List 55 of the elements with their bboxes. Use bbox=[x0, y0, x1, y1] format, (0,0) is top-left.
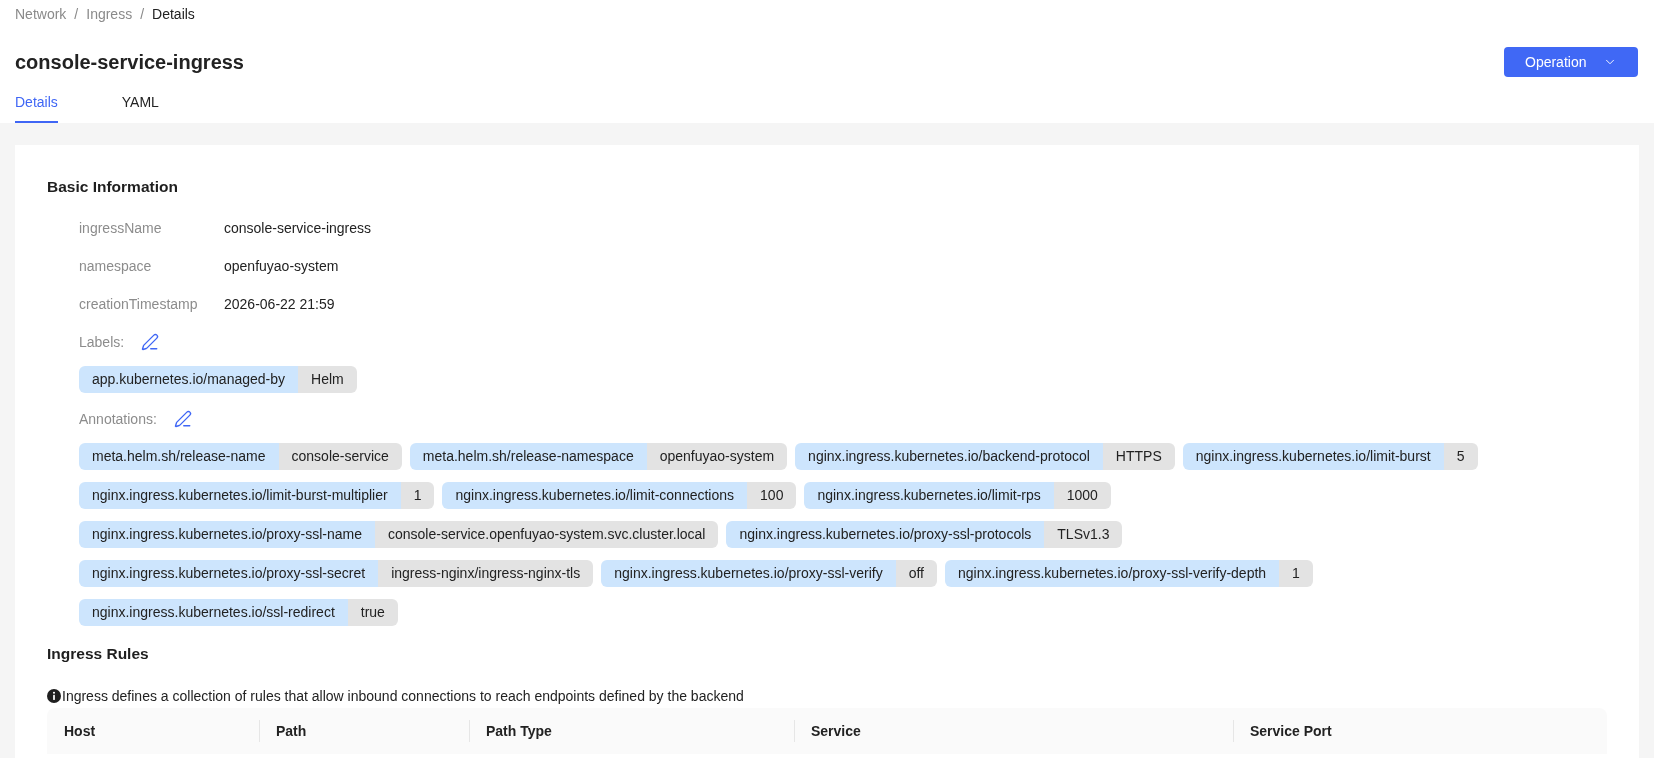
tag-value: HTTPS bbox=[1102, 443, 1175, 470]
field-value: 2026-06-22 21:59 bbox=[224, 295, 335, 314]
breadcrumb-link[interactable]: Ingress bbox=[86, 5, 133, 23]
info-text: Ingress defines a collection of rules that allow inbound connections to reach endpoints defined by the backend bbox=[62, 687, 744, 706]
tag-value: TLSv1.3 bbox=[1044, 521, 1123, 548]
tag-key: nginx.ingress.kubernetes.io/proxy-ssl-verify bbox=[601, 560, 896, 587]
field-value: openfuyao-system bbox=[224, 257, 339, 276]
tag-key: nginx.ingress.kubernetes.io/limit-connections bbox=[442, 482, 748, 509]
breadcrumb-link[interactable]: Network bbox=[15, 5, 67, 23]
column-header: Service bbox=[794, 708, 1233, 754]
tag-key: nginx.ingress.kubernetes.io/limit-burst-multiplier bbox=[79, 482, 401, 509]
tag-value: console-service.openfuyao-system.svc.cluster.local bbox=[375, 521, 719, 548]
tag-key: nginx.ingress.kubernetes.io/backend-protocol bbox=[795, 443, 1103, 470]
breadcrumb-separator: / bbox=[74, 5, 79, 23]
tab[interactable]: YAML bbox=[121, 84, 159, 123]
breadcrumb-current: Details bbox=[152, 5, 195, 23]
page-title: console-service-ingress bbox=[15, 50, 244, 75]
tag-value: 100 bbox=[747, 482, 797, 509]
field-label: namespace bbox=[79, 257, 152, 276]
tag-key: nginx.ingress.kubernetes.io/proxy-ssl-name bbox=[79, 521, 375, 548]
tag-value: openfuyao-system bbox=[646, 443, 788, 470]
tag-value: console-service bbox=[278, 443, 402, 470]
field-label: Labels: bbox=[79, 333, 125, 352]
tag-value: ingress-nginx/ingress-nginx-tls bbox=[378, 560, 594, 587]
tag-key: nginx.ingress.kubernetes.io/limit-burst bbox=[1182, 443, 1444, 470]
section-heading: Ingress Rules bbox=[47, 644, 150, 664]
column-header: Service Port bbox=[1233, 708, 1607, 754]
column-header: Host bbox=[63, 722, 97, 741]
field-value: console-service-ingress bbox=[224, 219, 372, 238]
tag-value: off bbox=[895, 560, 937, 587]
field-label: Annotations: bbox=[79, 410, 157, 429]
tag-value: true bbox=[347, 599, 398, 626]
tag-value: 1 bbox=[1279, 560, 1313, 587]
tag-key: meta.helm.sh/release-name bbox=[79, 443, 279, 470]
tag-key: nginx.ingress.kubernetes.io/proxy-ssl-verify-depth bbox=[944, 560, 1280, 587]
tag-key: meta.helm.sh/release-namespace bbox=[409, 443, 647, 470]
pencil-icon[interactable] bbox=[141, 333, 160, 351]
tag-key: app.kubernetes.io/managed-by bbox=[79, 366, 299, 393]
tag-value: Helm bbox=[298, 366, 357, 393]
tag-key: nginx.ingress.kubernetes.io/proxy-ssl-secret bbox=[79, 560, 379, 587]
field-label: creationTimestamp bbox=[79, 295, 198, 314]
tag-key: nginx.ingress.kubernetes.io/proxy-ssl-protocols bbox=[726, 521, 1045, 548]
section-heading: Basic Information bbox=[47, 177, 179, 197]
tag-key: nginx.ingress.kubernetes.io/limit-rps bbox=[804, 482, 1054, 509]
info-icon bbox=[47, 689, 61, 703]
operation-button[interactable]: Operation bbox=[1504, 47, 1638, 77]
pencil-icon[interactable] bbox=[173, 410, 192, 428]
field-label: ingressName bbox=[79, 219, 162, 238]
tag-value: 1 bbox=[400, 482, 435, 509]
column-header: Path Type bbox=[469, 708, 794, 754]
tag-key: nginx.ingress.kubernetes.io/ssl-redirect bbox=[79, 599, 348, 626]
breadcrumb-separator: / bbox=[140, 5, 145, 23]
tag-value: 5 bbox=[1443, 443, 1478, 470]
tag-value: 1000 bbox=[1053, 482, 1111, 509]
column-header: Path bbox=[259, 708, 469, 754]
